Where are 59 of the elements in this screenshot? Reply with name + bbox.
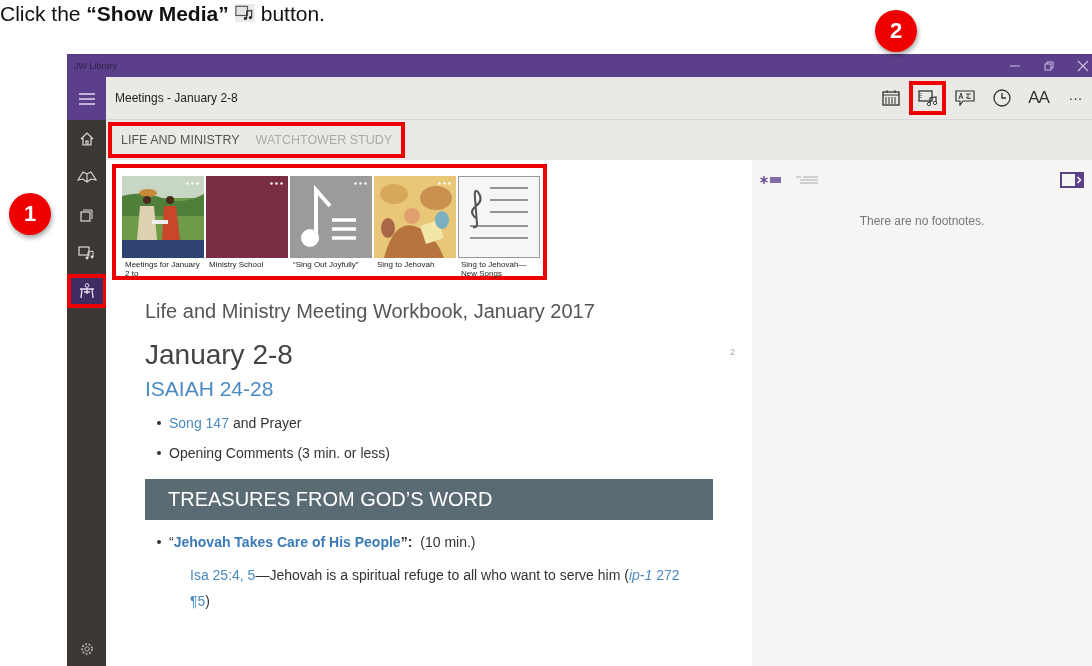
lectern-icon <box>78 283 95 299</box>
music-note-thumbnail[interactable] <box>290 176 372 258</box>
instruction-text: button. <box>260 1 325 27</box>
book-icon <box>76 171 97 183</box>
menu-button[interactable] <box>67 77 106 120</box>
media-caption: Ministry School <box>208 259 265 269</box>
text-size-button[interactable]: AA <box>1022 83 1055 113</box>
link[interactable]: ¶5 <box>190 593 206 609</box>
link[interactable]: Isa 25:4, 5 <box>190 567 256 583</box>
link[interactable]: Song 147 <box>169 415 229 431</box>
tab[interactable]: LIFE AND MINISTRY <box>118 129 243 151</box>
home-icon <box>79 132 94 146</box>
text: Opening Comments (3 min. or less) <box>169 445 390 461</box>
text: and Prayer <box>232 415 302 431</box>
panel-toggle-icon[interactable] <box>1060 172 1084 188</box>
sheet-music-thumbnail[interactable] <box>458 176 540 258</box>
step-badge: 1 <box>9 193 51 235</box>
media-icon <box>917 90 938 106</box>
calendar-icon <box>881 90 900 106</box>
link[interactable]: 272 <box>656 567 680 583</box>
empty-message: There are no footnotes. <box>858 214 986 228</box>
show-media-button[interactable] <box>911 83 944 113</box>
week-heading: January 2-8 <box>145 339 293 371</box>
text: —Jehovah is a spiritual refuge to all who want to serve him ( <box>255 567 629 583</box>
media-caption: Sing to Jehovah <box>376 259 436 269</box>
text: (10 min.) <box>420 534 476 550</box>
close-icon[interactable] <box>1077 59 1089 72</box>
text: ”: <box>400 534 413 550</box>
publication-title: Life and Ministry Meeting Workbook, January 2017 <box>145 300 596 323</box>
more-button[interactable]: ··· <box>1059 83 1092 113</box>
media-icon <box>78 246 95 260</box>
pages-icon <box>80 208 93 222</box>
media-icon <box>234 4 255 22</box>
restore-icon[interactable] <box>1043 60 1055 71</box>
footnotes-icon[interactable] <box>760 175 782 185</box>
page-number: 2 <box>730 347 735 357</box>
media-caption: Sing to Jehovah—New Songs <box>460 259 528 278</box>
bible-reading-link[interactable]: ISAIAH 24-28 <box>145 377 752 401</box>
page-title: Meetings - January 2-8 <box>115 91 238 105</box>
cover-thumbnail[interactable] <box>206 176 288 258</box>
link[interactable]: Jehovah Takes Care of His People <box>173 534 401 550</box>
more-icon[interactable] <box>270 182 283 185</box>
step-badge: 2 <box>875 10 917 52</box>
bullet-icon <box>157 540 161 544</box>
link[interactable]: ip-1 <box>628 567 653 583</box>
text: ) <box>205 593 210 609</box>
menu-icon <box>78 92 95 105</box>
media-caption: Meetings for January 2 to <box>124 259 201 278</box>
text: “ <box>169 534 174 550</box>
section-banner: TREASURES FROM GOD’S WORD <box>145 479 713 520</box>
clock-icon <box>992 89 1011 107</box>
settings-icon[interactable] <box>79 642 94 656</box>
speech-bubble-icon <box>954 90 975 106</box>
bullet-icon <box>157 421 161 425</box>
window-title: JW Library <box>74 60 117 71</box>
media-caption: “Sing Out Joyfully” <box>292 259 360 269</box>
tab[interactable]: WATCHTOWER STUDY <box>252 129 396 151</box>
bullet-icon <box>157 451 161 455</box>
instruction-text: Click the “Show Media” <box>0 1 229 27</box>
